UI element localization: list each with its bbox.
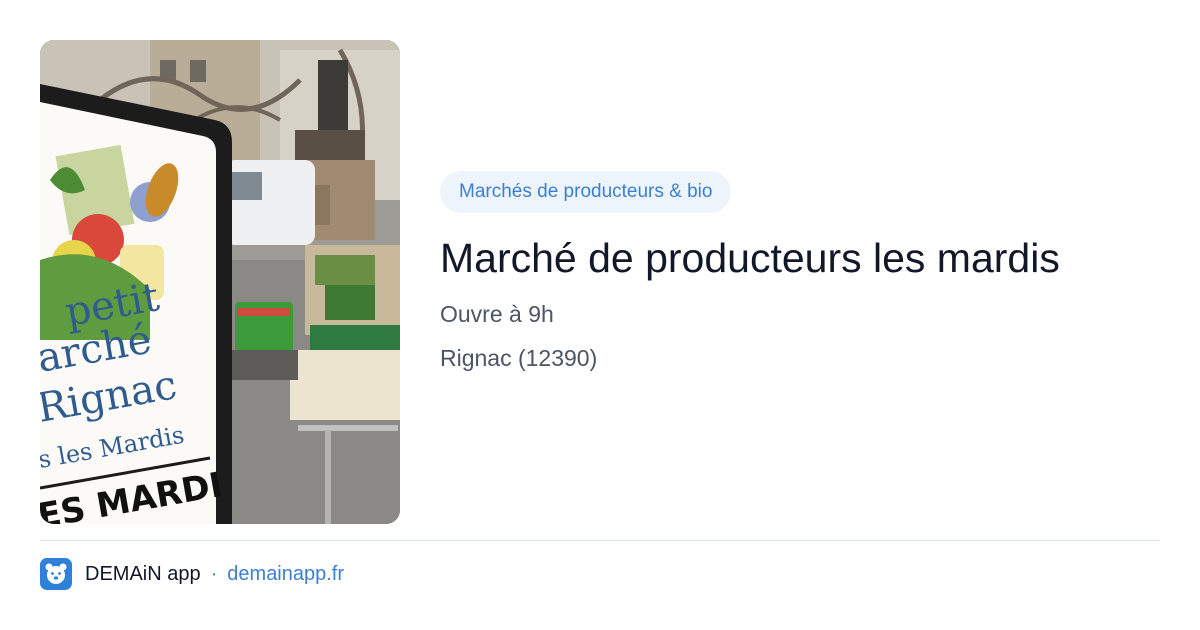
market-info: Marchés de producteurs & bio Marché de p… <box>440 171 1160 373</box>
app-website-link[interactable]: demainapp.fr <box>227 563 344 586</box>
divider <box>40 540 1160 541</box>
app-name: DEMAiN app <box>85 562 201 585</box>
category-badge[interactable]: Marchés de producteurs & bio <box>440 171 732 213</box>
opening-time: Ouvre à 9h <box>440 301 554 327</box>
bear-face-icon <box>40 558 72 590</box>
market-location: Rignac (12390) <box>440 345 598 371</box>
footer-separator: · <box>210 562 218 585</box>
market-photo: petit arché Rignac s les Mardis ES MARDI <box>40 40 400 524</box>
footer: DEMAiN app · demainapp.fr <box>40 558 344 590</box>
market-title: Marché de producteurs les mardis <box>440 235 1060 281</box>
